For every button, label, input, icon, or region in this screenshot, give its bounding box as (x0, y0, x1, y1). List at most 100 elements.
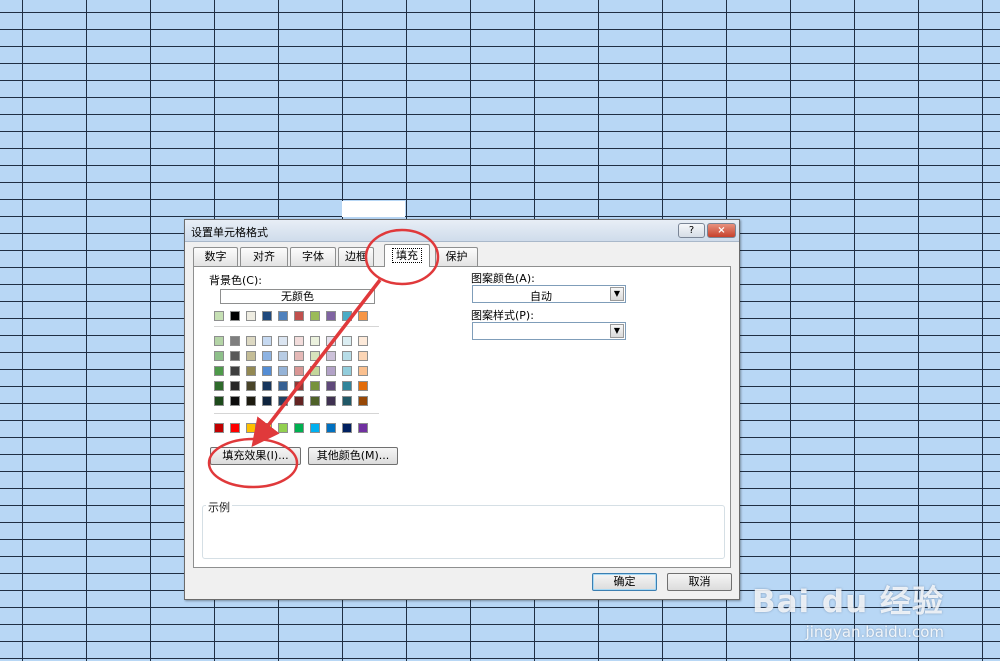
color-swatch[interactable] (326, 366, 336, 376)
pattern-style-label: 图案样式(P): (471, 309, 534, 322)
color-swatch[interactable] (326, 336, 336, 346)
pattern-color-select[interactable]: 自动 ▼ (472, 285, 626, 303)
color-swatch[interactable] (230, 311, 240, 321)
color-swatch[interactable] (342, 336, 352, 346)
tab-border[interactable]: 边框 (338, 247, 374, 266)
color-swatch[interactable] (326, 396, 336, 406)
chevron-down-icon[interactable]: ▼ (610, 324, 624, 338)
close-button[interactable]: × (707, 223, 736, 238)
color-swatch[interactable] (310, 423, 320, 433)
chevron-down-icon[interactable]: ▼ (610, 287, 624, 301)
color-swatch[interactable] (326, 311, 336, 321)
cancel-button[interactable]: 取消 (667, 573, 732, 591)
color-swatch[interactable] (262, 366, 272, 376)
color-swatch[interactable] (278, 423, 288, 433)
color-swatch[interactable] (246, 366, 256, 376)
color-swatch[interactable] (246, 336, 256, 346)
color-swatch[interactable] (342, 366, 352, 376)
color-swatch[interactable] (262, 396, 272, 406)
selected-cell[interactable] (342, 201, 405, 217)
color-swatch[interactable] (246, 351, 256, 361)
color-swatch[interactable] (230, 366, 240, 376)
pattern-color-value: 自动 (530, 290, 552, 303)
color-swatch[interactable] (358, 336, 368, 346)
color-swatch[interactable] (294, 396, 304, 406)
watermark-logo: Bai du 经验 (751, 584, 944, 620)
color-swatch[interactable] (214, 311, 224, 321)
color-swatch[interactable] (310, 366, 320, 376)
color-swatch[interactable] (294, 381, 304, 391)
dialog-titlebar: 设置单元格格式 ? × (185, 220, 739, 242)
color-swatch[interactable] (246, 423, 256, 433)
fill-effects-button[interactable]: 填充效果(I)... (210, 447, 301, 465)
color-swatch[interactable] (358, 351, 368, 361)
color-swatch[interactable] (342, 423, 352, 433)
color-swatch[interactable] (278, 396, 288, 406)
pattern-style-select[interactable]: ▼ (472, 322, 626, 340)
color-swatch[interactable] (230, 396, 240, 406)
color-swatch[interactable] (246, 396, 256, 406)
color-swatch[interactable] (310, 311, 320, 321)
color-swatch[interactable] (214, 336, 224, 346)
color-swatch[interactable] (294, 336, 304, 346)
palette-separator (214, 413, 379, 414)
color-swatch[interactable] (278, 381, 288, 391)
color-swatch[interactable] (342, 351, 352, 361)
tab-fill[interactable]: 填充 (384, 244, 430, 267)
color-swatch[interactable] (230, 336, 240, 346)
fill-tab-panel: 背景色(C): 无颜色 填充效果(I)... 其他颜色(M)... 图案颜色(A… (193, 266, 731, 568)
color-swatch[interactable] (358, 423, 368, 433)
tab-number[interactable]: 数字 (193, 247, 238, 266)
color-swatch[interactable] (310, 381, 320, 391)
color-swatch[interactable] (358, 311, 368, 321)
color-swatch[interactable] (214, 351, 224, 361)
color-swatch[interactable] (326, 351, 336, 361)
color-swatch[interactable] (278, 366, 288, 376)
color-swatch[interactable] (310, 396, 320, 406)
background-color-label: 背景色(C): (209, 274, 262, 287)
color-swatch[interactable] (262, 351, 272, 361)
watermark-url: jingyan.baidu.com (805, 623, 944, 641)
color-swatch[interactable] (278, 351, 288, 361)
help-button[interactable]: ? (678, 223, 705, 238)
color-swatch[interactable] (310, 336, 320, 346)
color-swatch[interactable] (246, 311, 256, 321)
color-swatch[interactable] (278, 311, 288, 321)
tab-font[interactable]: 字体 (290, 247, 336, 266)
color-swatch[interactable] (358, 366, 368, 376)
color-swatch[interactable] (214, 396, 224, 406)
color-swatch[interactable] (326, 423, 336, 433)
color-swatch[interactable] (278, 336, 288, 346)
color-swatch[interactable] (262, 423, 272, 433)
more-colors-button[interactable]: 其他颜色(M)... (308, 447, 398, 465)
color-swatch[interactable] (230, 351, 240, 361)
format-cells-dialog: 设置单元格格式 ? × 数字 对齐 字体 边框 填充 保护 背景色(C): 无颜… (184, 219, 740, 600)
color-swatch[interactable] (342, 396, 352, 406)
color-swatch[interactable] (214, 366, 224, 376)
color-swatch[interactable] (230, 381, 240, 391)
color-swatch[interactable] (262, 311, 272, 321)
color-swatch[interactable] (214, 381, 224, 391)
ok-button[interactable]: 确定 (592, 573, 657, 591)
no-color-button[interactable]: 无颜色 (220, 289, 375, 304)
tab-alignment[interactable]: 对齐 (240, 247, 288, 266)
tab-protection[interactable]: 保护 (435, 247, 478, 266)
color-swatch[interactable] (326, 381, 336, 391)
sample-label: 示例 (206, 499, 232, 515)
color-swatch[interactable] (342, 311, 352, 321)
palette-separator (214, 326, 379, 327)
color-swatch[interactable] (246, 381, 256, 391)
color-swatch[interactable] (230, 423, 240, 433)
color-swatch[interactable] (294, 311, 304, 321)
color-swatch[interactable] (358, 396, 368, 406)
color-swatch[interactable] (358, 381, 368, 391)
color-swatch[interactable] (262, 336, 272, 346)
color-swatch[interactable] (214, 423, 224, 433)
color-swatch[interactable] (294, 366, 304, 376)
color-swatch[interactable] (294, 423, 304, 433)
pattern-color-label: 图案颜色(A): (471, 272, 535, 285)
color-swatch[interactable] (342, 381, 352, 391)
color-swatch[interactable] (294, 351, 304, 361)
color-swatch[interactable] (262, 381, 272, 391)
color-swatch[interactable] (310, 351, 320, 361)
